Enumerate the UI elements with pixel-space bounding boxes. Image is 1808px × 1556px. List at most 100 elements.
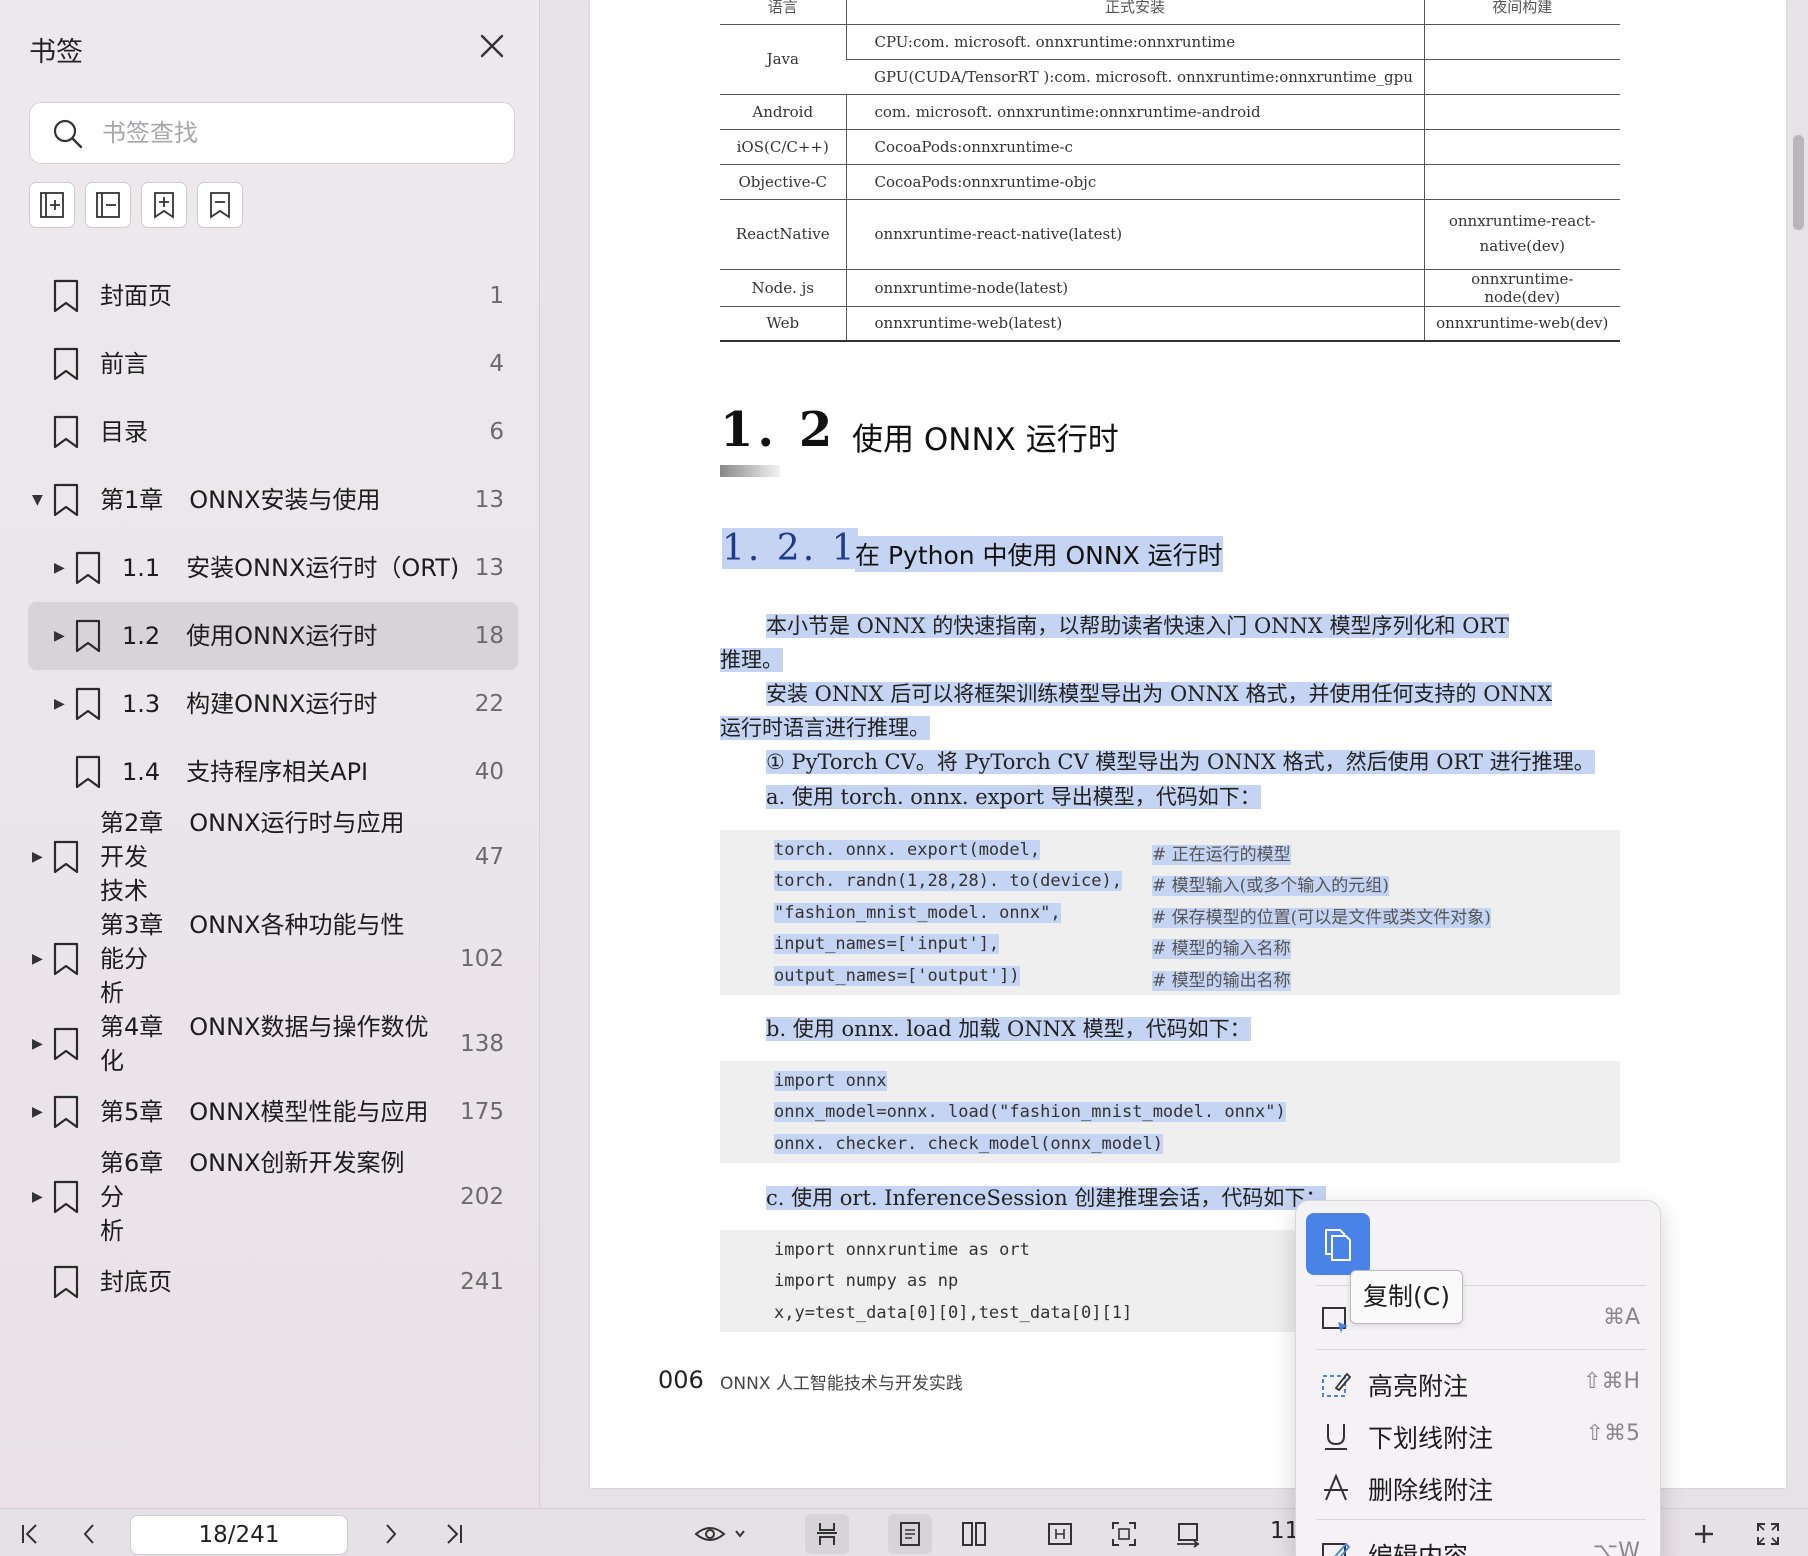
paragraph[interactable]: 推理。 — [720, 643, 1620, 677]
paragraph[interactable]: a. 使用 torch. onnx. export 导出模型，代码如下： — [720, 780, 1620, 814]
table-cell: onnxruntime-node(dev) — [1423, 268, 1620, 307]
code-line[interactable]: torch. randn(1,28,28). to(device), — [774, 871, 1122, 891]
bookmark-item[interactable]: 封面页 1 — [28, 262, 518, 330]
selected-text[interactable]: b. 使用 onnx. load 加载 ONNX 模型，代码如下： — [766, 1017, 1251, 1041]
disclosure-collapsed-icon[interactable]: ▶ — [32, 1146, 43, 1248]
bookmark-item[interactable]: ▼ 第1章 ONNX安装与使用 13 — [28, 466, 518, 534]
disclosure-collapsed-icon[interactable]: ▶ — [54, 534, 65, 602]
paragraph[interactable]: ① PyTorch CV。将 PyTorch CV 模型导出为 ONNX 格式，… — [720, 745, 1620, 779]
last-page-button[interactable] — [434, 1514, 474, 1554]
bookmark-item[interactable]: ▶ 1.1 安装ONNX运行时（ORT) 13 — [28, 534, 518, 602]
collapse-all-button[interactable] — [85, 182, 131, 228]
table-cell — [1423, 128, 1620, 165]
bookmark-item[interactable]: ▶ 第6章 ONNX创新开发案例分析 202 — [28, 1146, 518, 1248]
first-page-button[interactable] — [10, 1514, 50, 1554]
code-line[interactable]: x,y=test_data[0][0],test_data[0][1] — [774, 1303, 1132, 1323]
disclosure-collapsed-icon[interactable]: ▶ — [32, 1010, 43, 1078]
underline-annotation-menu-item[interactable]: 下划线附注 ⇧⌘5 — [1296, 1411, 1660, 1459]
code-line[interactable]: "fashion_mnist_model. onnx", — [774, 903, 1061, 923]
selected-text[interactable]: c. 使用 ort. InferenceSession 创建推理会话，代码如下： — [766, 1186, 1327, 1210]
selected-text[interactable]: ① PyTorch CV。将 PyTorch CV 模型导出为 ONNX 格式，… — [766, 750, 1595, 774]
paragraph[interactable]: 安装 ONNX 后可以将框架训练模型导出为 ONNX 格式，并使用任何支持的 O… — [720, 677, 1620, 711]
bookmark-item[interactable]: ▶ 第4章 ONNX数据与操作数优化 138 — [28, 1010, 518, 1078]
code-line[interactable]: input_names=['input'], — [774, 934, 1000, 954]
code-line[interactable]: output_names=['output']) — [774, 966, 1020, 986]
fit-page-button[interactable] — [1102, 1514, 1146, 1554]
bookmark-item[interactable]: ▶ 1.2 使用ONNX运行时 18 — [28, 602, 518, 670]
bookmark-page: 102 — [460, 946, 504, 972]
rotate-button[interactable] — [1166, 1514, 1210, 1554]
bookmark-title-cont: 析 — [100, 979, 124, 1007]
highlight-annotation-menu-item[interactable]: 高亮附注 ⇧⌘H — [1296, 1359, 1660, 1407]
code-comment[interactable]: # 模型的输入名称 — [1152, 939, 1291, 959]
fit-width-button[interactable] — [1038, 1514, 1082, 1554]
scrollbar-thumb[interactable] — [1793, 135, 1804, 230]
view-mode-button[interactable] — [690, 1514, 754, 1554]
close-icon[interactable] — [474, 28, 510, 64]
bookmark-icon — [52, 483, 80, 521]
code-comment[interactable]: # 保存模型的位置(可以是文件或类文件对象) — [1152, 908, 1491, 928]
bookmark-label: 第1章 ONNX安装与使用 — [100, 466, 440, 534]
bookmark-item[interactable]: 前言 4 — [28, 330, 518, 398]
disclosure-collapsed-icon[interactable]: ▶ — [32, 1078, 43, 1146]
table-cell: onnxruntime-node(latest) — [845, 268, 1424, 307]
copy-button[interactable] — [1306, 1213, 1370, 1275]
selected-text[interactable]: a. 使用 torch. onnx. export 导出模型，代码如下： — [766, 785, 1261, 809]
bookmark-number: 第6章 — [100, 1149, 164, 1177]
bookmark-number: 第1章 — [100, 486, 164, 514]
code-comment[interactable]: # 模型输入(或多个输入的元组) — [1152, 876, 1389, 896]
selected-text[interactable]: 推理。 — [720, 648, 783, 672]
paragraph[interactable]: 运行时语言进行推理。 — [720, 711, 1620, 745]
bookmark-label: 1.3 构建ONNX运行时 — [122, 670, 462, 738]
search-input[interactable] — [102, 103, 502, 163]
disclosure-collapsed-icon[interactable]: ▶ — [54, 670, 65, 738]
selected-text[interactable]: 运行时语言进行推理。 — [720, 716, 930, 740]
disclosure-expanded-icon[interactable]: ▼ — [32, 466, 43, 534]
bookmark-label: 第5章 ONNX模型性能与应用 — [100, 1078, 440, 1146]
paragraph[interactable]: 本小节是 ONNX 的快速指南，以帮助读者快速入门 ONNX 模型序列化和 OR… — [720, 609, 1620, 643]
two-page-button[interactable] — [952, 1514, 996, 1554]
bookmark-search[interactable] — [29, 102, 515, 164]
zoom-in-button[interactable] — [1684, 1514, 1724, 1554]
remove-bookmark-button[interactable] — [197, 182, 243, 228]
bookmark-item[interactable]: ▶ 第5章 ONNX模型性能与应用 175 — [28, 1078, 518, 1146]
code-line[interactable]: import onnx — [774, 1071, 887, 1091]
disclosure-collapsed-icon[interactable]: ▶ — [54, 602, 65, 670]
bookmark-page: 202 — [460, 1184, 504, 1210]
code-comment[interactable]: # 模型的输出名称 — [1152, 971, 1291, 991]
bookmark-icon — [52, 1265, 80, 1303]
code-line[interactable]: torch. onnx. export(model, — [774, 840, 1041, 860]
next-page-button[interactable] — [370, 1514, 410, 1554]
bookmark-item[interactable]: 目录 6 — [28, 398, 518, 466]
code-comment[interactable]: # 正在运行的模型 — [1152, 845, 1291, 865]
bookmark-item[interactable]: ▶ 第3章 ONNX各种功能与性能分析 102 — [28, 908, 518, 1010]
strikethrough-annotation-menu-item[interactable]: 删除线附注 — [1296, 1463, 1660, 1511]
bookmark-item[interactable]: 1.4 支持程序相关API 40 — [28, 738, 518, 806]
code-line[interactable]: import onnxruntime as ort — [774, 1240, 1030, 1260]
paragraph[interactable]: b. 使用 onnx. load 加载 ONNX 模型，代码如下： — [720, 1012, 1620, 1046]
add-bookmark-button[interactable] — [141, 182, 187, 228]
code-line[interactable]: onnx. checker. check_model(onnx_model) — [774, 1134, 1163, 1154]
bookmark-item[interactable]: ▶ 1.3 构建ONNX运行时 22 — [28, 670, 518, 738]
disclosure-collapsed-icon[interactable]: ▶ — [32, 806, 43, 908]
disclosure-collapsed-icon[interactable]: ▶ — [32, 908, 43, 1010]
selected-text[interactable]: 安装 ONNX 后可以将框架训练模型导出为 ONNX 格式，并使用任何支持的 O… — [766, 682, 1553, 706]
code-line[interactable]: import numpy as np — [774, 1271, 958, 1291]
page-number-field[interactable]: 18/241 — [130, 1515, 348, 1555]
single-page-button[interactable] — [888, 1514, 932, 1554]
bookmark-icon — [74, 551, 102, 589]
table-cell: onnxruntime-web(latest) — [845, 305, 1424, 342]
bookmark-item[interactable]: 封底页 241 — [28, 1248, 518, 1316]
subsection-title[interactable]: 在 Python 中使用 ONNX 运行时 — [855, 536, 1223, 572]
table-header: 正式安装 — [845, 0, 1424, 25]
table-cell: CocoaPods:onnxruntime-objc — [845, 163, 1424, 200]
subsection-number[interactable]: 1. 2. 1 — [722, 528, 858, 569]
edit-content-menu-item[interactable]: 编辑内容 ⌥W — [1296, 1529, 1660, 1556]
expand-all-button[interactable] — [29, 182, 75, 228]
bookmark-item[interactable]: ▶ 第2章 ONNX运行时与应用开发 技术 47 — [28, 806, 518, 908]
code-line[interactable]: onnx_model=onnx. load("fashion_mnist_mod… — [774, 1102, 1286, 1122]
selected-text[interactable]: 本小节是 ONNX 的快速指南，以帮助读者快速入门 ONNX 模型序列化和 OR… — [766, 614, 1509, 638]
fullscreen-button[interactable] — [1748, 1514, 1788, 1554]
continuous-scroll-button[interactable] — [805, 1514, 849, 1554]
previous-page-button[interactable] — [70, 1514, 110, 1554]
